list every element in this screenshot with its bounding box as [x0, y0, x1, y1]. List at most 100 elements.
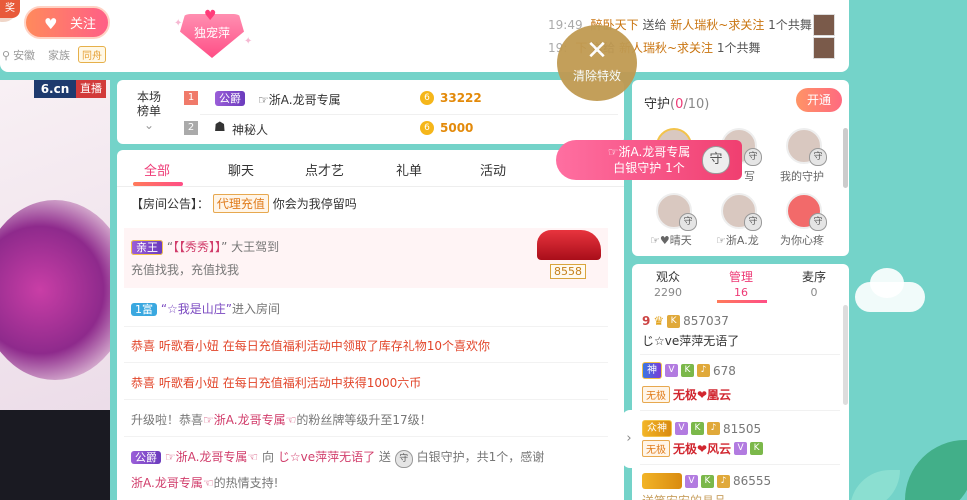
cloud-decoration — [855, 282, 925, 312]
coin-icon: 6 — [420, 121, 434, 135]
video-player[interactable] — [0, 80, 110, 500]
location-pin-icon: ⚲ — [2, 48, 11, 62]
user-row-line2: 无极 无极❤凰云 — [642, 386, 731, 403]
shield-icon: 守 — [702, 146, 730, 174]
divider — [117, 186, 624, 187]
rank-number: 2 — [184, 121, 198, 135]
tab-audience[interactable]: 观众 2290 — [638, 270, 698, 300]
rank-title[interactable]: 本场 榜单 ⌄ — [132, 90, 166, 132]
tab-managers[interactable]: 管理 16 — [711, 270, 771, 300]
room-notice: 【房间公告】： 代理充值 你会为我停留吗 — [131, 194, 357, 213]
shield-icon: 守 — [394, 450, 413, 468]
shield-icon: 守 — [744, 213, 762, 231]
crown-icon: ♛ — [653, 314, 665, 328]
user-row[interactable]: V K ♪ 86555 — [642, 473, 771, 489]
active-tab-indicator — [717, 300, 767, 303]
divider — [124, 436, 608, 437]
guard-name: 写 — [744, 170, 755, 183]
levelup-message: 升级啦！恭喜☞浙A.龙哥专属☜的粉丝牌等级升至17级！ — [131, 413, 432, 427]
sparkle-icon: ✦ — [174, 18, 183, 29]
mystery-user-icon: ☗ — [214, 120, 226, 135]
sparkle-icon: ✦ — [244, 36, 253, 47]
scrollbar[interactable] — [843, 305, 848, 405]
location: ⚲ 安徽 — [2, 47, 35, 63]
user-row-line2: 无极 无极❤风云 V K — [642, 440, 764, 457]
tab-all[interactable]: 全部 — [144, 160, 170, 179]
video-frame — [0, 200, 110, 380]
gift-thumbnail — [813, 37, 835, 59]
sound-icon: ♪ — [697, 364, 710, 377]
open-guard-button[interactable]: 开通 — [796, 88, 842, 112]
vip-entry-bg — [124, 228, 608, 288]
divider — [640, 410, 840, 411]
level-badge: K — [681, 364, 694, 377]
rank-user-name[interactable]: ☞浙A.龙哥专属 — [258, 91, 341, 108]
rank-amount: 33222 — [440, 91, 482, 105]
clear-effects-label: 清除特效 — [572, 69, 621, 83]
vip-badge: V — [685, 474, 698, 488]
reward-badge: 奖 — [0, 0, 20, 18]
collapse-panel-button[interactable]: › — [622, 410, 636, 468]
user-row[interactable]: 9 ♛ K 857037 — [642, 314, 729, 328]
scrollbar[interactable] — [843, 128, 848, 188]
crown-badge — [642, 473, 682, 489]
level-badge: K — [691, 422, 704, 435]
car-icon — [537, 230, 601, 260]
vip-badge: V — [734, 442, 748, 455]
shield-icon: 守 — [809, 213, 827, 231]
site-logo[interactable]: 6.cn — [34, 80, 76, 98]
level-badge: K — [701, 474, 714, 488]
enter-message: 1富 “☆我是山庄”进入房间 — [131, 300, 280, 317]
video-frame-dark — [0, 410, 110, 500]
divider — [640, 354, 840, 355]
family-label: 家族 — [48, 49, 70, 62]
rank-noble-tag: 公爵 — [215, 91, 245, 106]
vip-entry-line2: 充值找我，充值找我 — [131, 263, 240, 277]
coin-icon: 6 — [420, 91, 434, 105]
rank-title-line1: 本场 — [136, 90, 161, 104]
guard-name: ☞♥晴天 — [650, 234, 692, 247]
activity-message: 恭喜 听歌看小妞 在每日充值福利活动中领取了库存礼物10个喜欢你 — [131, 339, 490, 353]
tab-chat[interactable]: 聊天 — [228, 160, 254, 179]
tab-activity[interactable]: 活动 — [480, 160, 506, 179]
divider — [640, 464, 840, 465]
heart-icon: ♥ — [204, 8, 217, 24]
activity-message: 恭喜 听歌看小妞 在每日充值福利活动中获得1000六币 — [131, 376, 422, 390]
shield-icon: 守 — [679, 213, 697, 231]
sound-icon: ♪ — [717, 474, 730, 488]
clear-effects-button[interactable]: ✕ 清除特效 — [557, 25, 637, 101]
location-label: 安徽 — [13, 49, 36, 62]
user-row[interactable]: 众神 V K ♪ 81505 — [642, 420, 761, 437]
level-badge: K — [667, 314, 681, 328]
family-tag[interactable]: 同舟 — [78, 46, 106, 63]
leaf-decoration — [905, 440, 967, 500]
shield-icon: 守 — [744, 148, 762, 166]
rank-user-name[interactable]: 神秘人 — [232, 121, 268, 138]
vip-badge: V — [665, 364, 678, 377]
heart-icon: ♥ — [44, 15, 58, 33]
top-bar — [0, 0, 849, 72]
leaf-decoration — [850, 470, 900, 500]
chevron-down-icon: ⌄ — [143, 118, 155, 132]
follow-button[interactable]: ♥ 关注 — [24, 6, 110, 39]
rank-number: 1 — [184, 91, 198, 105]
sound-icon: ♪ — [707, 422, 720, 435]
live-badge: 直播 — [76, 80, 106, 98]
user-row[interactable]: 神 V K ♪ 678 — [642, 362, 736, 379]
vip-entry-message: 亲王 “【【秀秀】】” 大王驾到 — [131, 238, 279, 255]
divider — [124, 362, 608, 363]
guard-gift-line2: 浙A.龙哥专属☜的热情支持! — [131, 476, 279, 490]
user-name: 送笑安安的县品 — [642, 492, 726, 500]
divider — [200, 114, 618, 115]
level-badge: K — [750, 442, 764, 455]
guard-title: 守护(0/10) — [644, 97, 710, 112]
tab-giftlist[interactable]: 礼单 — [396, 160, 422, 179]
car-number: 8558 — [550, 264, 586, 279]
rank-amount: 5000 — [440, 121, 474, 135]
guard-name: ☞浙A.龙 — [716, 234, 759, 247]
gift-thumbnail — [813, 14, 835, 36]
divider — [124, 399, 608, 400]
user-name: じ☆ve萍萍无语了 — [642, 334, 740, 348]
tab-mic-queue[interactable]: 麦序 0 — [784, 270, 844, 300]
tab-talent[interactable]: 点才艺 — [305, 160, 344, 179]
